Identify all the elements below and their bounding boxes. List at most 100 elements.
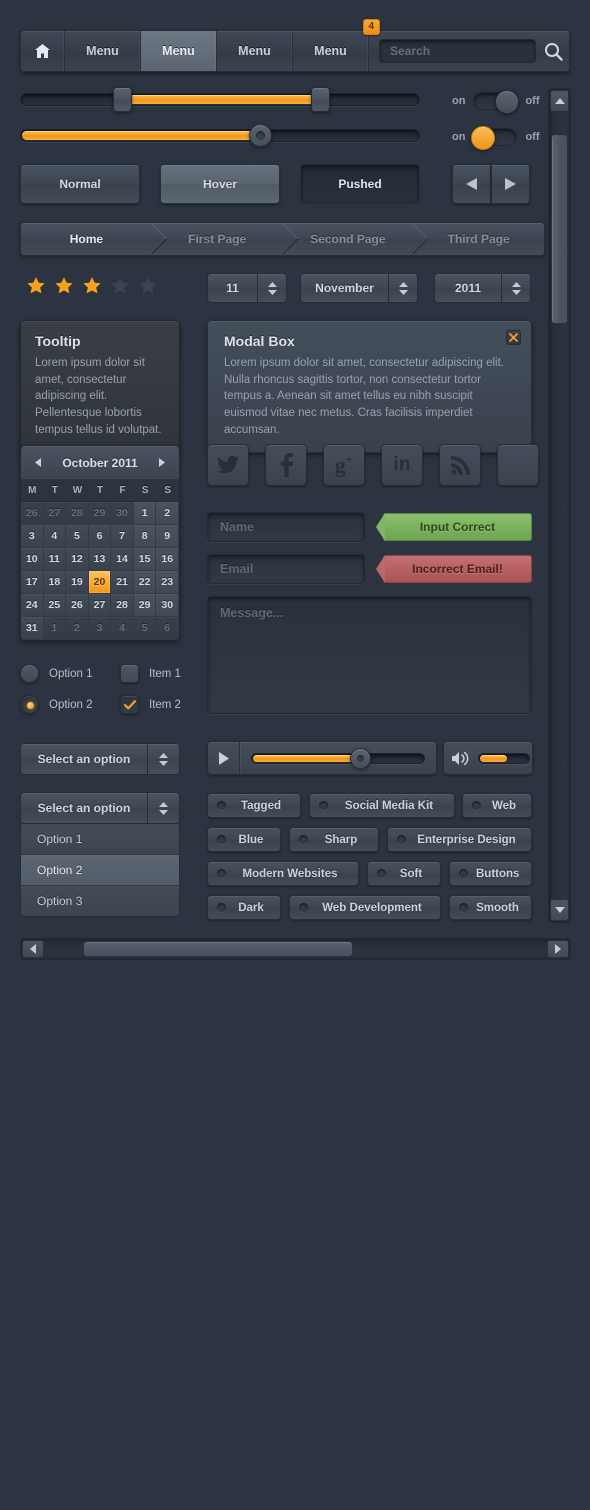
tag-smooth[interactable]: Smooth (449, 895, 532, 920)
toggle-switch-on[interactable] (471, 126, 518, 150)
scroll-down-button[interactable] (550, 899, 569, 921)
breadcrumb-item-first[interactable]: First Page (152, 223, 299, 255)
tag-social-media-kit[interactable]: Social Media Kit (309, 793, 455, 818)
nav-home-button[interactable] (21, 31, 65, 71)
prev-arrow-button[interactable] (452, 164, 491, 204)
social-blank-button[interactable] (497, 444, 539, 486)
calendar-day[interactable]: 13 (88, 548, 112, 571)
email-input[interactable]: Email (207, 554, 365, 584)
hover-button[interactable]: Hover (160, 164, 280, 204)
scroll-up-button[interactable] (550, 90, 569, 112)
select-closed-arrows[interactable] (147, 743, 180, 775)
vertical-scrollbar-thumb[interactable] (551, 134, 568, 324)
range-slider-handle-start[interactable] (113, 87, 132, 112)
calendar-day[interactable]: 26 (66, 594, 89, 617)
tag-modern-websites[interactable]: Modern Websites (207, 861, 359, 886)
select-option-2[interactable]: Option 2 (20, 855, 180, 886)
star-icon-filled[interactable] (26, 276, 46, 295)
social-linkedin-button[interactable]: in (381, 444, 423, 486)
social-googleplus-button[interactable]: g+ (323, 444, 365, 486)
calendar-day[interactable]: 28 (111, 594, 134, 617)
calendar-day[interactable]: 25 (43, 594, 67, 617)
calendar-day[interactable]: 29 (133, 594, 157, 617)
name-input[interactable]: Name (207, 512, 365, 542)
nav-menu-1[interactable]: Menu (65, 31, 141, 71)
select-closed-label[interactable]: Select an option (20, 743, 147, 775)
calendar-day[interactable]: 3 (88, 617, 112, 640)
nav-menu-3[interactable]: Menu (217, 31, 293, 71)
calendar-day[interactable]: 6 (156, 617, 179, 640)
calendar-day[interactable]: 22 (133, 571, 157, 594)
radio-option-2[interactable] (20, 695, 39, 714)
vertical-scrollbar[interactable] (548, 88, 571, 923)
calendar-day-selected[interactable]: 20 (88, 571, 112, 594)
calendar-prev-button[interactable] (31, 456, 45, 469)
range-slider-track[interactable] (20, 93, 420, 106)
calendar-day[interactable]: 27 (43, 502, 67, 525)
calendar-day[interactable]: 11 (43, 548, 67, 571)
calendar-next-button[interactable] (155, 456, 169, 469)
range-slider-handle-end[interactable] (311, 87, 330, 112)
calendar-day[interactable]: 30 (156, 594, 179, 617)
calendar-day[interactable]: 4 (43, 525, 67, 548)
select-open-arrows[interactable] (147, 792, 180, 824)
select-option-1[interactable]: Option 1 (20, 824, 180, 855)
calendar-day[interactable]: 30 (111, 502, 134, 525)
calendar-day[interactable]: 3 (21, 525, 44, 548)
normal-button[interactable]: Normal (20, 164, 140, 204)
tag-enterprise-design[interactable]: Enterprise Design (387, 827, 532, 852)
calendar-day[interactable]: 27 (88, 594, 112, 617)
social-facebook-button[interactable] (265, 444, 307, 486)
calendar-day[interactable]: 18 (43, 571, 67, 594)
star-icon-empty[interactable] (138, 276, 158, 295)
calendar-day[interactable]: 21 (111, 571, 134, 594)
horizontal-scrollbar-thumb[interactable] (83, 941, 353, 957)
calendar-day[interactable]: 17 (21, 571, 44, 594)
tag-web-development[interactable]: Web Development (289, 895, 441, 920)
select-closed-header[interactable]: Select an option (20, 743, 180, 775)
calendar-day[interactable]: 7 (111, 525, 134, 548)
star-icon-empty[interactable] (110, 276, 130, 295)
calendar-day[interactable]: 24 (21, 594, 44, 617)
player-progress-track[interactable] (251, 752, 425, 764)
nav-menu-4[interactable]: Menu 4 (293, 19, 381, 71)
calendar-day[interactable]: 14 (111, 548, 134, 571)
breadcrumb-item-home[interactable]: Home (21, 223, 168, 255)
scroll-left-button[interactable] (22, 940, 44, 958)
calendar-day[interactable]: 29 (88, 502, 112, 525)
modal-close-button[interactable] (506, 330, 521, 345)
year-spinner-buttons[interactable] (501, 273, 531, 303)
calendar-day[interactable]: 28 (66, 502, 89, 525)
calendar-day[interactable]: 2 (156, 502, 179, 525)
select-open-label[interactable]: Select an option (20, 792, 147, 824)
calendar-day[interactable]: 5 (66, 525, 89, 548)
select-option-3[interactable]: Option 3 (20, 886, 180, 917)
calendar-day[interactable]: 12 (66, 548, 89, 571)
month-spinner-buttons[interactable] (388, 273, 418, 303)
tag-sharp[interactable]: Sharp (289, 827, 379, 852)
calendar-day[interactable]: 23 (156, 571, 179, 594)
calendar-day[interactable]: 10 (21, 548, 44, 571)
play-button[interactable] (208, 742, 240, 774)
social-twitter-button[interactable] (207, 444, 249, 486)
tag-tagged[interactable]: Tagged (207, 793, 301, 818)
calendar-day[interactable]: 16 (156, 548, 179, 571)
calendar-day[interactable]: 26 (21, 502, 44, 525)
calendar-day[interactable]: 5 (133, 617, 157, 640)
next-arrow-button[interactable] (491, 164, 530, 204)
year-spinner-value[interactable]: 2011 (434, 273, 501, 303)
star-rating[interactable] (26, 276, 158, 295)
month-spinner-value[interactable]: November (300, 273, 388, 303)
calendar-day[interactable]: 4 (111, 617, 134, 640)
tag-buttons[interactable]: Buttons (449, 861, 532, 886)
tag-soft[interactable]: Soft (367, 861, 441, 886)
single-slider-handle[interactable] (249, 124, 272, 147)
calendar-day[interactable]: 31 (21, 617, 44, 640)
tag-dark[interactable]: Dark (207, 895, 281, 920)
toggle-switch-off[interactable] (473, 90, 520, 114)
checkbox-item-2[interactable] (120, 695, 139, 714)
social-rss-button[interactable] (439, 444, 481, 486)
breadcrumb-item-third[interactable]: Third Page (413, 223, 544, 255)
message-textarea[interactable]: Message... (207, 596, 532, 714)
player-progress-handle[interactable] (350, 748, 371, 769)
